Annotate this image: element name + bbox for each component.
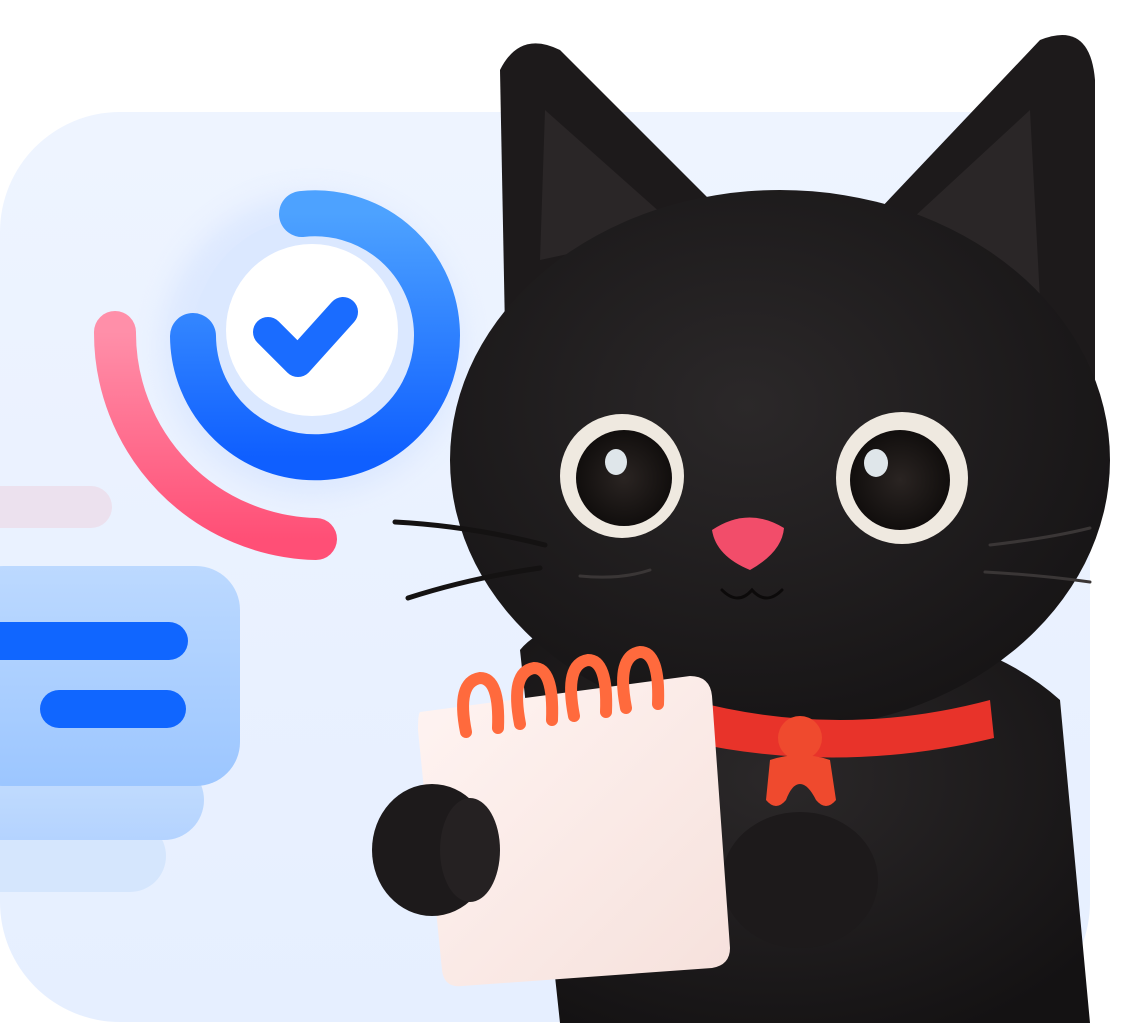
cat-paw-left [372, 784, 500, 916]
cat-eye-left [560, 414, 684, 538]
faint-pink-bar [0, 486, 112, 528]
cat-eye-right [836, 412, 968, 544]
hero-illustration [0, 0, 1134, 1023]
